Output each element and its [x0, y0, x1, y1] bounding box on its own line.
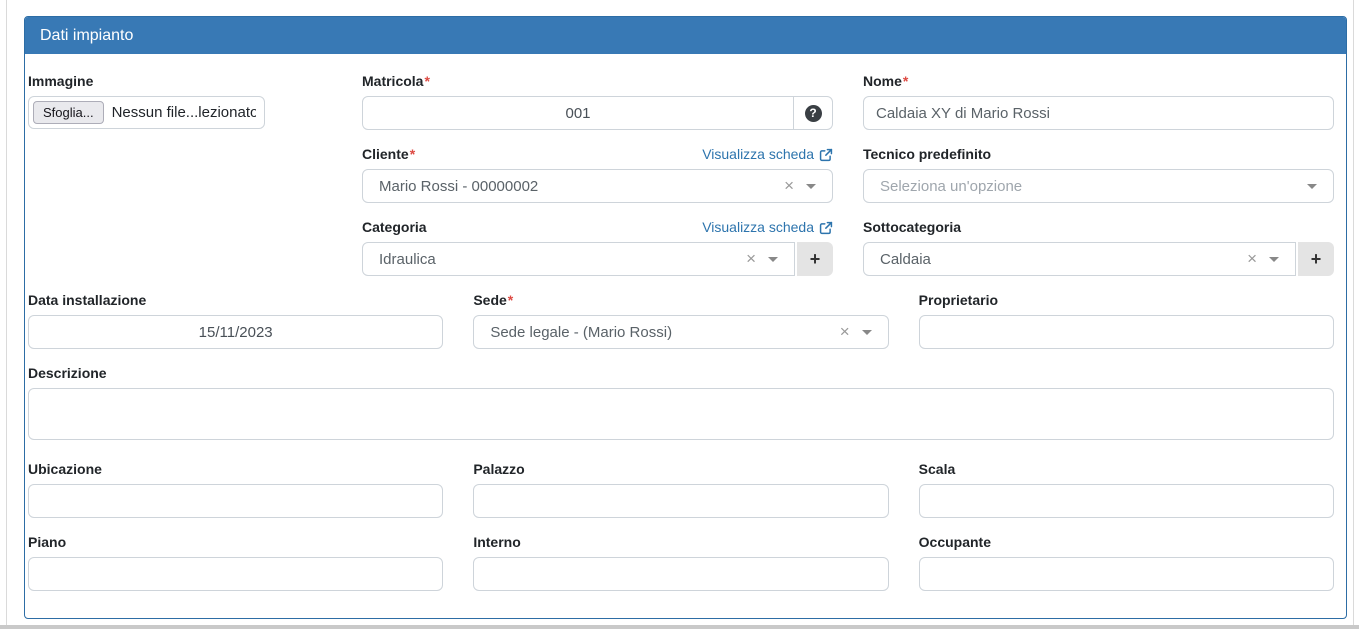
field-palazzo: Palazzo — [473, 462, 888, 518]
field-sottocategoria: Sottocategoria Caldaia × + — [863, 220, 1334, 276]
browse-button[interactable]: Sfoglia... — [33, 101, 104, 124]
sottocategoria-label: Sottocategoria — [863, 220, 961, 235]
interno-input[interactable] — [473, 557, 888, 591]
required-marker: * — [424, 73, 429, 89]
sede-label: Sede* — [473, 293, 513, 308]
field-categoria: Categoria Visualizza scheda — [362, 220, 833, 276]
descrizione-label: Descrizione — [28, 366, 107, 381]
matricola-help-addon[interactable]: ? — [793, 96, 833, 130]
sottocategoria-select[interactable]: Caldaia × — [863, 242, 1296, 276]
sede-select[interactable]: Sede legale - (Mario Rossi) × — [473, 315, 888, 349]
interno-label: Interno — [473, 535, 520, 550]
proprietario-input[interactable] — [919, 315, 1334, 349]
card-title: Dati impianto — [25, 17, 1346, 54]
card-body: Immagine Sfoglia... Nessun file...lezion… — [25, 54, 1346, 618]
clear-icon[interactable]: × — [840, 323, 850, 340]
chevron-down-icon[interactable] — [768, 257, 778, 262]
cliente-visualizza-scheda-link[interactable]: Visualizza scheda — [702, 147, 833, 162]
nome-input[interactable] — [863, 96, 1334, 130]
scala-input[interactable] — [919, 484, 1334, 518]
chevron-down-icon[interactable] — [1269, 257, 1279, 262]
dati-impianto-card: Dati impianto Immagine Sfoglia... Nessun… — [24, 16, 1347, 619]
proprietario-label: Proprietario — [919, 293, 998, 308]
cliente-label: Cliente* — [362, 147, 415, 162]
field-immagine: Immagine Sfoglia... Nessun file...lezion… — [28, 74, 332, 129]
occupante-label: Occupante — [919, 535, 991, 550]
chevron-down-icon[interactable] — [862, 330, 872, 335]
required-marker: * — [410, 146, 415, 162]
add-sottocategoria-button[interactable]: + — [1298, 242, 1334, 276]
piano-input[interactable] — [28, 557, 443, 591]
palazzo-input[interactable] — [473, 484, 888, 518]
descrizione-textarea[interactable] — [28, 388, 1334, 440]
top-section: Immagine Sfoglia... Nessun file...lezion… — [28, 74, 1334, 293]
field-matricola: Matricola* ? — [362, 74, 833, 130]
field-nome: Nome* — [863, 74, 1334, 130]
external-link-icon — [819, 148, 833, 162]
file-status-text: Nessun file...lezionato. — [112, 104, 256, 121]
categoria-visualizza-scheda-link[interactable]: Visualizza scheda — [702, 220, 833, 235]
ubicazione-label: Ubicazione — [28, 462, 102, 477]
bottom-scrollbar-track[interactable] — [0, 625, 1359, 629]
field-piano: Piano — [28, 535, 443, 591]
column-center: Matricola* ? Cliente* — [362, 74, 833, 293]
help-icon[interactable]: ? — [805, 105, 822, 122]
field-scala: Scala — [919, 462, 1334, 518]
matricola-label: Matricola* — [362, 74, 430, 89]
tecnico-predefinito-select[interactable]: Seleziona un'opzione — [863, 169, 1334, 203]
field-proprietario: Proprietario — [919, 293, 1334, 349]
data-installazione-input[interactable] — [28, 315, 443, 349]
row-piano: Piano Interno Occupante — [28, 535, 1334, 608]
sede-select-value: Sede legale - (Mario Rossi) — [490, 324, 672, 341]
field-data-installazione: Data installazione — [28, 293, 443, 349]
palazzo-label: Palazzo — [473, 462, 524, 477]
row-ubicazione: Ubicazione Palazzo Scala — [28, 462, 1334, 535]
external-link-icon — [819, 221, 833, 235]
add-categoria-button[interactable]: + — [797, 242, 833, 276]
column-immagine: Immagine Sfoglia... Nessun file...lezion… — [28, 74, 332, 293]
field-descrizione: Descrizione — [28, 366, 1334, 445]
plus-icon: + — [810, 249, 821, 270]
column-right: Nome* Tecnico predefinito Seleziona un'o… — [863, 74, 1334, 293]
matricola-input[interactable] — [362, 96, 794, 130]
page-frame: Dati impianto Immagine Sfoglia... Nessun… — [6, 0, 1354, 625]
clear-icon[interactable]: × — [784, 177, 794, 194]
immagine-label: Immagine — [28, 74, 93, 89]
occupante-input[interactable] — [919, 557, 1334, 591]
field-sede: Sede* Sede legale - (Mario Rossi) × — [473, 293, 888, 349]
immagine-file-input[interactable]: Sfoglia... Nessun file...lezionato. — [28, 96, 265, 129]
sottocategoria-select-value: Caldaia — [880, 251, 931, 268]
required-marker: * — [903, 73, 908, 89]
plus-icon: + — [1311, 249, 1322, 270]
categoria-select[interactable]: Idraulica × — [362, 242, 795, 276]
ubicazione-input[interactable] — [28, 484, 443, 518]
required-marker: * — [508, 292, 513, 308]
nome-label: Nome* — [863, 74, 908, 89]
tecnico-predefinito-placeholder: Seleziona un'opzione — [880, 178, 1022, 195]
clear-icon[interactable]: × — [1247, 250, 1257, 267]
categoria-label: Categoria — [362, 220, 427, 235]
clear-icon[interactable]: × — [746, 250, 756, 267]
categoria-select-value: Idraulica — [379, 251, 436, 268]
piano-label: Piano — [28, 535, 66, 550]
field-ubicazione: Ubicazione — [28, 462, 443, 518]
field-occupante: Occupante — [919, 535, 1334, 591]
chevron-down-icon[interactable] — [806, 184, 816, 189]
tecnico-predefinito-label: Tecnico predefinito — [863, 147, 991, 162]
scala-label: Scala — [919, 462, 956, 477]
row-installazione: Data installazione Sede* Sede legale - (… — [28, 293, 1334, 366]
cliente-select-value: Mario Rossi - 00000002 — [379, 178, 538, 195]
cliente-select[interactable]: Mario Rossi - 00000002 × — [362, 169, 833, 203]
chevron-down-icon[interactable] — [1307, 184, 1317, 189]
data-installazione-label: Data installazione — [28, 293, 146, 308]
field-tecnico-predefinito: Tecnico predefinito Seleziona un'opzione — [863, 147, 1334, 203]
field-interno: Interno — [473, 535, 888, 591]
field-cliente: Cliente* Visualizza scheda — [362, 147, 833, 203]
